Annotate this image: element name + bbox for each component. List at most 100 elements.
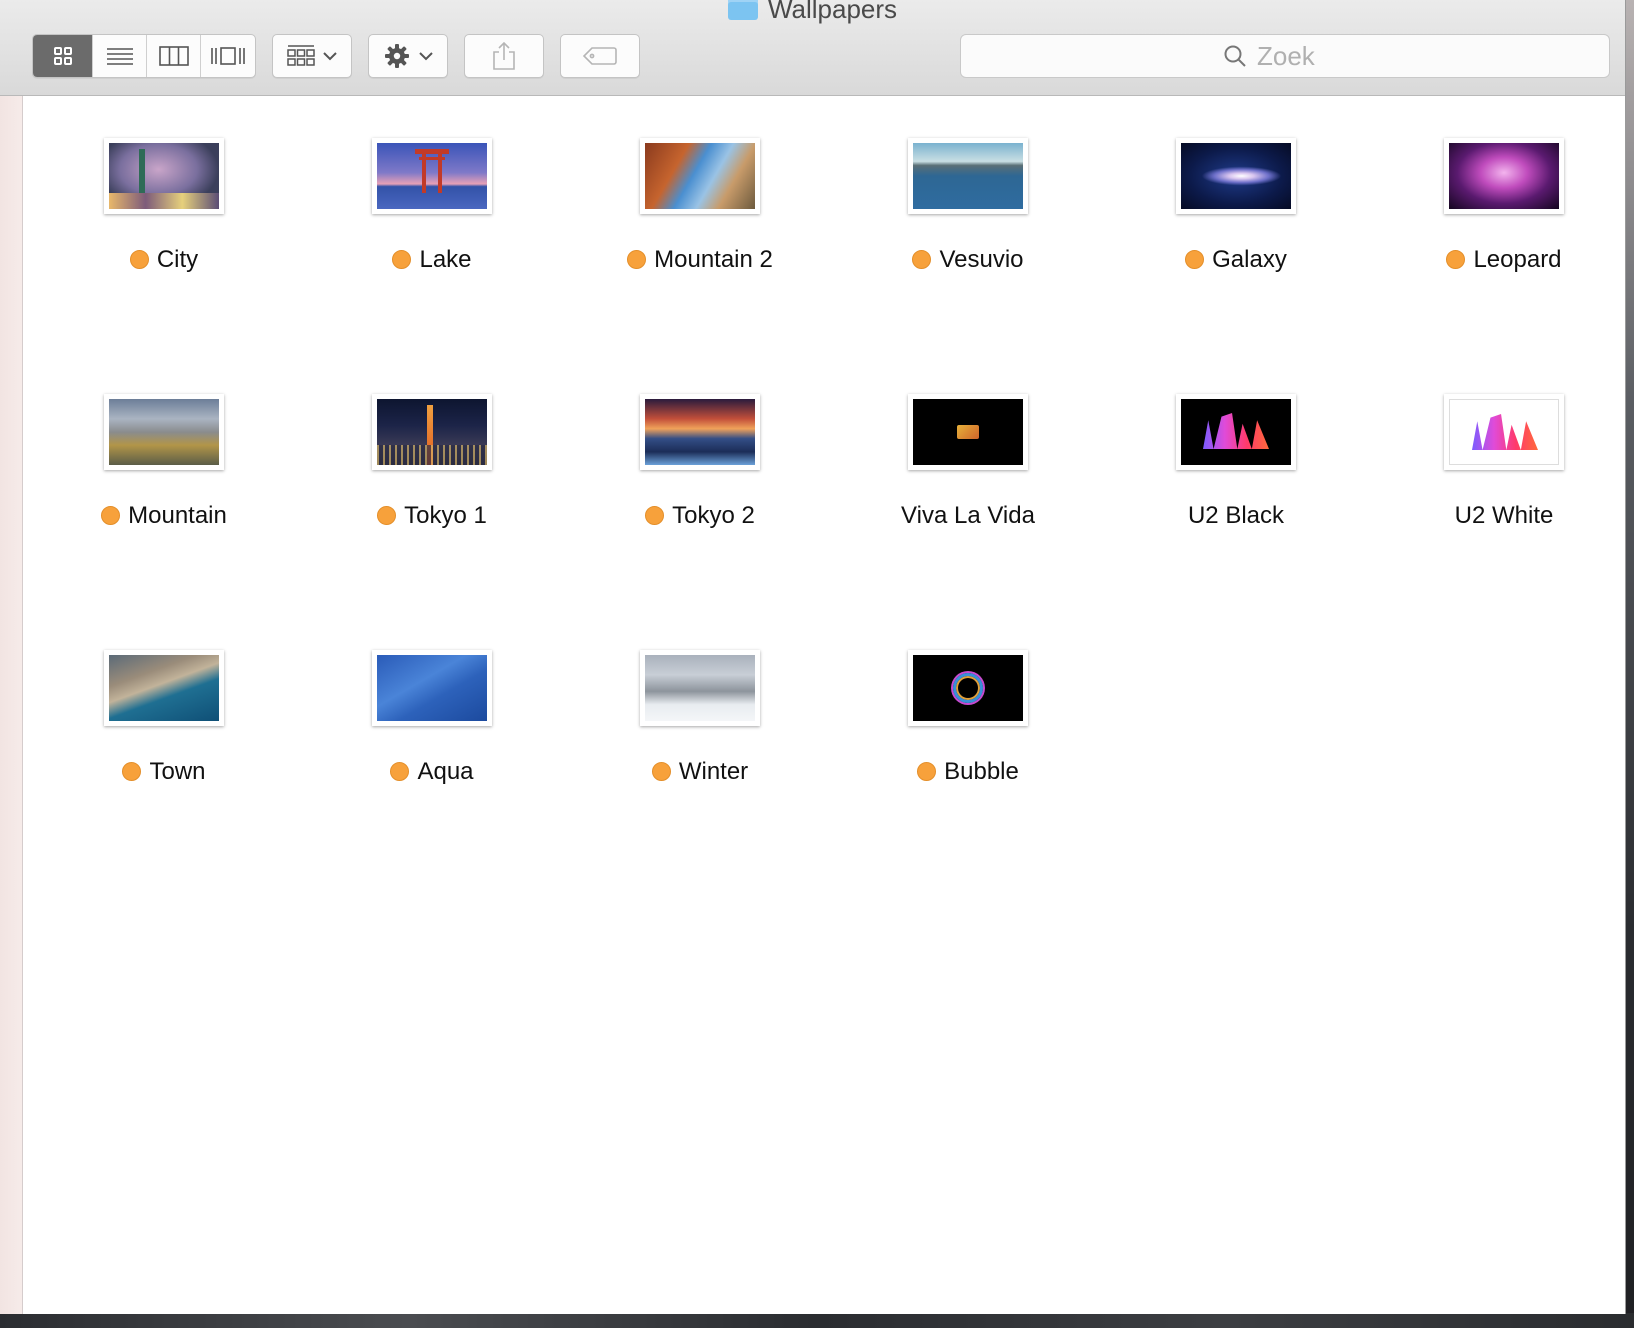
file-item[interactable]: Winter xyxy=(566,608,834,863)
file-thumbnail[interactable] xyxy=(640,138,760,214)
icon-view-button[interactable] xyxy=(33,35,93,77)
leopard-thumbnail-image xyxy=(1449,143,1559,209)
file-item[interactable]: City xyxy=(30,96,298,351)
mountain-2-thumbnail-image xyxy=(645,143,755,209)
orange-tag-icon xyxy=(377,506,397,525)
columns-icon xyxy=(158,46,189,66)
file-thumbnail[interactable] xyxy=(908,650,1028,726)
share-button[interactable] xyxy=(465,35,543,77)
file-label[interactable]: Lake xyxy=(298,246,566,274)
search-input[interactable] xyxy=(1257,40,1347,72)
share-icon xyxy=(493,41,515,70)
action-button[interactable] xyxy=(369,35,447,77)
galaxy-thumbnail-image xyxy=(1181,143,1291,209)
search-field[interactable] xyxy=(960,34,1610,78)
file-label[interactable]: City xyxy=(30,246,298,274)
tokyo-2-thumbnail-image xyxy=(645,399,755,465)
file-item[interactable]: Town xyxy=(30,608,298,863)
file-item[interactable]: U2 White xyxy=(1370,352,1634,607)
file-item[interactable]: Bubble xyxy=(834,608,1102,863)
file-thumbnail[interactable] xyxy=(908,394,1028,470)
search-icon xyxy=(1224,45,1246,67)
tag-icon xyxy=(582,47,617,65)
winter-thumbnail-image xyxy=(645,655,755,721)
edit-tags-button[interactable] xyxy=(561,35,639,77)
orange-tag-icon xyxy=(122,762,142,781)
file-label[interactable]: Winter xyxy=(566,758,834,786)
toolbar: Wallpapers xyxy=(0,0,1625,96)
file-item[interactable]: Galaxy xyxy=(1102,96,1370,351)
town-thumbnail-image xyxy=(109,655,219,721)
viva-la-vida-thumbnail-image xyxy=(913,399,1023,465)
file-label[interactable]: Tokyo 2 xyxy=(566,502,834,530)
city-thumbnail-image xyxy=(109,143,219,209)
file-item[interactable]: Mountain 2 xyxy=(566,96,834,351)
arrange-button[interactable] xyxy=(273,35,351,77)
arrange-dropdown[interactable] xyxy=(272,34,352,78)
file-item[interactable]: Leopard xyxy=(1370,96,1634,351)
gear-icon xyxy=(385,44,409,68)
file-item[interactable]: Viva La Vida xyxy=(834,352,1102,607)
finder-window: Wallpapers Zoek City Lake Mountain 2 Ves… xyxy=(0,0,1626,1314)
file-item[interactable]: Vesuvio xyxy=(834,96,1102,351)
file-label[interactable]: Bubble xyxy=(834,758,1102,786)
folder-icon xyxy=(727,0,758,20)
file-label[interactable]: Leopard xyxy=(1370,246,1634,274)
tag-button-group xyxy=(560,34,640,78)
u2-black-thumbnail-image xyxy=(1181,399,1291,465)
file-thumbnail[interactable] xyxy=(372,394,492,470)
window-title: Wallpapers xyxy=(0,0,1625,25)
bubble-thumbnail-image xyxy=(913,655,1023,721)
file-label[interactable]: Mountain 2 xyxy=(566,246,834,274)
file-label[interactable]: U2 White xyxy=(1370,502,1634,530)
file-label[interactable]: Galaxy xyxy=(1102,246,1370,274)
chevron-down-icon xyxy=(419,52,433,61)
lake-thumbnail-image xyxy=(377,143,487,209)
file-thumbnail[interactable] xyxy=(1444,138,1564,214)
file-thumbnail[interactable] xyxy=(640,394,760,470)
file-label[interactable]: Tokyo 1 xyxy=(298,502,566,530)
file-thumbnail[interactable] xyxy=(1176,394,1296,470)
file-label[interactable]: Viva La Vida xyxy=(834,502,1102,530)
desktop-background-bottom xyxy=(0,1313,1634,1328)
action-dropdown[interactable] xyxy=(368,34,448,78)
file-label[interactable]: Aqua xyxy=(298,758,566,786)
orange-tag-icon xyxy=(101,506,121,525)
icon-grid-icon xyxy=(53,47,72,65)
list-icon xyxy=(106,48,133,65)
orange-tag-icon xyxy=(1185,250,1205,269)
sidebar-edge xyxy=(0,96,23,1314)
file-label[interactable]: Vesuvio xyxy=(834,246,1102,274)
file-item[interactable]: U2 Black xyxy=(1102,352,1370,607)
file-item[interactable]: Lake xyxy=(298,96,566,351)
file-item[interactable]: Aqua xyxy=(298,608,566,863)
list-view-button[interactable] xyxy=(93,35,147,77)
file-thumbnail[interactable] xyxy=(372,138,492,214)
file-thumbnail[interactable] xyxy=(640,650,760,726)
file-thumbnail[interactable] xyxy=(1444,394,1564,470)
file-label[interactable]: Mountain xyxy=(30,502,298,530)
file-label[interactable]: U2 Black xyxy=(1102,502,1370,530)
tokyo-1-thumbnail-image xyxy=(377,399,487,465)
file-thumbnail[interactable] xyxy=(908,138,1028,214)
file-thumbnail[interactable] xyxy=(104,650,224,726)
file-item[interactable]: Mountain xyxy=(30,352,298,607)
window-title-label: Wallpapers xyxy=(767,0,898,24)
file-item[interactable]: Tokyo 1 xyxy=(298,352,566,607)
file-thumbnail[interactable] xyxy=(372,650,492,726)
file-thumbnail[interactable] xyxy=(104,138,224,214)
orange-tag-icon xyxy=(912,250,932,269)
coverflow-view-button[interactable] xyxy=(201,35,255,77)
file-thumbnail[interactable] xyxy=(104,394,224,470)
orange-tag-icon xyxy=(390,762,410,781)
file-item[interactable]: Tokyo 2 xyxy=(566,352,834,607)
orange-tag-icon xyxy=(1446,250,1466,269)
vesuvio-thumbnail-image xyxy=(913,143,1023,209)
column-view-button[interactable] xyxy=(147,35,201,77)
file-thumbnail[interactable] xyxy=(1176,138,1296,214)
file-label[interactable]: Town xyxy=(30,758,298,786)
orange-tag-icon xyxy=(651,762,671,781)
aqua-thumbnail-image xyxy=(377,655,487,721)
orange-tag-icon xyxy=(645,506,665,525)
orange-tag-icon xyxy=(129,250,149,269)
